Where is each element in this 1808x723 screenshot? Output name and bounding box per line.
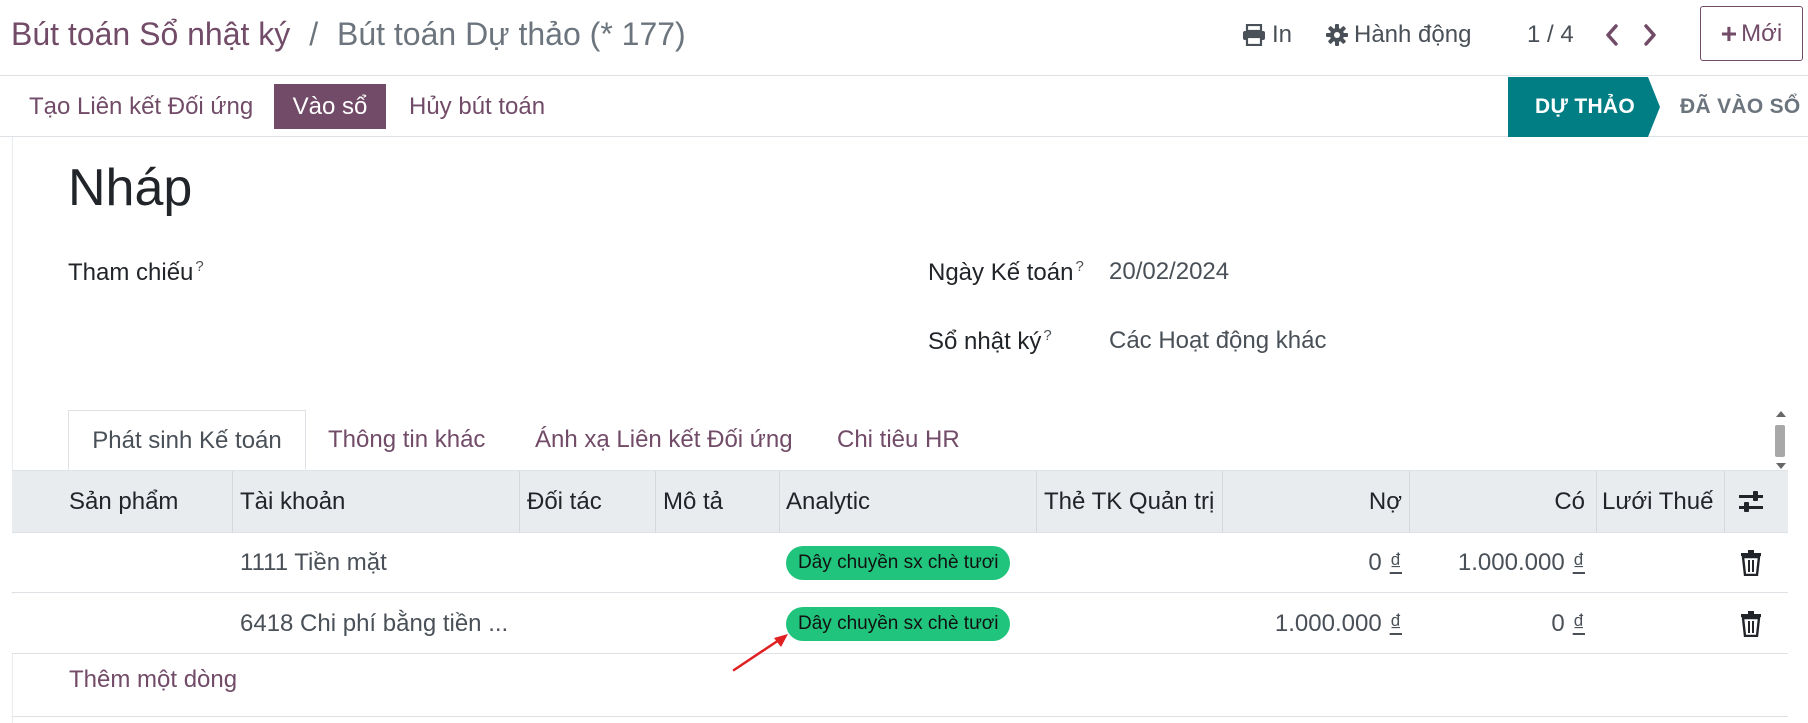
column-label[interactable]: Mô tả <box>663 471 723 533</box>
statusbar: Tạo Liên kết Đối ứng Vào sổ Hủy bút toán… <box>0 77 1808 137</box>
pager-previous-button[interactable] <box>1600 20 1624 50</box>
breadcrumb-separator: / <box>309 16 319 52</box>
chevron-right-icon <box>1644 24 1656 46</box>
action-label: Hành động <box>1354 21 1472 48</box>
accounting-date-label: Ngày Kế toán? <box>928 258 1084 287</box>
column-management-tags[interactable]: Thẻ TK Quản trị <box>1044 471 1214 533</box>
trash-icon[interactable] <box>1740 611 1762 637</box>
post-button[interactable]: Vào sổ <box>274 84 386 129</box>
scroll-down-icon[interactable] <box>1775 462 1787 470</box>
add-line-link[interactable]: Thêm một dòng <box>69 666 237 694</box>
table-row[interactable]: 6418 Chi phí bằng tiền ... Dây chuyền sx… <box>12 594 1788 654</box>
row-account: 6418 Chi phí bằng tiền ... <box>240 610 509 637</box>
stage-arrow-shape <box>1648 77 1660 137</box>
scroll-up-icon[interactable] <box>1775 410 1787 418</box>
column-debit[interactable]: Nợ <box>1222 471 1402 533</box>
column-product[interactable]: Sản phẩm <box>69 471 178 533</box>
tab-journal-items[interactable]: Phát sinh Kế toán <box>68 410 306 470</box>
pager-next-button[interactable] <box>1638 20 1662 50</box>
row-debit: 1.000.000 ₫ <box>1222 594 1402 654</box>
reference-label-text: Tham chiếu <box>68 259 194 286</box>
new-record-button[interactable]: + Mới <box>1700 6 1803 61</box>
annotation-arrow-icon <box>732 634 788 672</box>
gear-icon <box>1326 24 1348 46</box>
table-row[interactable]: 1111 Tiền mặt Dây chuyền sx chè tươi 0 ₫ … <box>12 533 1788 593</box>
help-marker[interactable]: ? <box>1075 258 1083 275</box>
journal-field[interactable]: Các Hoạt động khác <box>1109 327 1326 355</box>
analytic-tag[interactable]: Dây chuyền sx chè tươi <box>786 607 1011 641</box>
column-divider <box>779 471 780 533</box>
stage-draft: DỰ THẢO <box>1508 77 1648 137</box>
tab-hr-expense[interactable]: Chi tiêu HR <box>837 410 960 470</box>
help-marker[interactable]: ? <box>1043 327 1051 344</box>
row-credit: 0 ₫ <box>1409 594 1585 654</box>
chevron-left-icon <box>1606 24 1618 46</box>
analytic-tag[interactable]: Dây chuyền sx chè tươi <box>786 546 1011 580</box>
plus-icon: + <box>1720 17 1738 49</box>
column-tax-grid[interactable]: Lưới Thuế <box>1602 471 1713 533</box>
new-label: Mới <box>1741 19 1783 47</box>
record-title: Nháp <box>68 159 193 217</box>
stage-posted[interactable]: ĐÃ VÀO SỔ <box>1680 77 1801 137</box>
row-credit-value: 1.000.000 <box>1457 549 1565 576</box>
table-header: Sản phẩm Tài khoản Đối tác Mô tả Analyti… <box>12 470 1788 533</box>
column-divider <box>655 471 656 533</box>
reference-label: Tham chiếu? <box>68 258 204 287</box>
help-marker[interactable]: ? <box>195 258 203 275</box>
print-label: In <box>1272 21 1293 48</box>
row-credit: 1.000.000 ₫ <box>1409 533 1585 593</box>
reconcile-button[interactable]: Tạo Liên kết Đối ứng <box>29 87 253 127</box>
row-account: 1111 Tiền mặt <box>240 549 387 576</box>
breadcrumb-parent-link[interactable]: Bút toán Sổ nhật ký <box>11 16 290 52</box>
column-divider <box>519 471 520 533</box>
breadcrumb-current: Bút toán Dự thảo (* 177) <box>336 16 686 52</box>
column-divider <box>1596 471 1597 533</box>
scrollbar-thumb[interactable] <box>1775 425 1785 457</box>
row-credit-value: 0 <box>1551 610 1565 637</box>
table-bottom-border <box>12 716 1788 717</box>
tab-reconcile-mapping[interactable]: Ánh xạ Liên kết Đối ứng <box>535 410 793 470</box>
row-debit: 0 ₫ <box>1222 533 1402 593</box>
column-partner[interactable]: Đối tác <box>527 471 602 533</box>
row-debit-value: 1.000.000 <box>1274 610 1382 637</box>
pager-value[interactable]: 1 / 4 <box>1527 17 1574 53</box>
currency-symbol: ₫ <box>1572 610 1585 637</box>
accounting-date-label-text: Ngày Kế toán <box>928 259 1074 286</box>
currency-symbol: ₫ <box>1389 610 1402 637</box>
column-credit[interactable]: Có <box>1409 471 1585 533</box>
currency-symbol: ₫ <box>1572 549 1585 576</box>
currency-symbol: ₫ <box>1389 549 1402 576</box>
column-analytic[interactable]: Analytic <box>786 471 870 533</box>
column-divider <box>1724 471 1725 533</box>
print-button[interactable]: In <box>1242 17 1292 53</box>
journal-label-text: Sổ nhật ký <box>928 328 1042 355</box>
optional-columns-icon[interactable] <box>1738 490 1764 514</box>
cancel-entry-button[interactable]: Hủy bút toán <box>409 87 545 127</box>
trash-icon[interactable] <box>1740 550 1762 576</box>
column-divider <box>232 471 233 533</box>
column-divider <box>1036 471 1037 533</box>
action-menu-button[interactable]: Hành động <box>1326 17 1471 53</box>
breadcrumb: Bút toán Sổ nhật ký / Bút toán Dự thảo (… <box>11 14 686 54</box>
tab-other-info[interactable]: Thông tin khác <box>328 410 485 470</box>
column-account[interactable]: Tài khoản <box>240 471 345 533</box>
printer-icon <box>1243 24 1265 46</box>
control-panel: Bút toán Sổ nhật ký / Bút toán Dự thảo (… <box>0 0 1808 76</box>
row-debit-value: 0 <box>1368 549 1382 576</box>
journal-label: Sổ nhật ký? <box>928 327 1052 356</box>
accounting-date-field[interactable]: 20/02/2024 <box>1109 258 1229 286</box>
